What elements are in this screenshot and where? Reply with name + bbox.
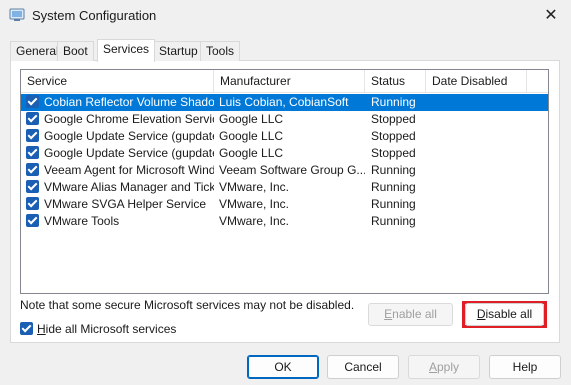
service-name: Cobian Reflector Volume Shado... — [44, 95, 214, 109]
disable-all-label: isable all — [485, 307, 533, 321]
service-status: Stopped — [371, 112, 416, 126]
title-bar: System Configuration ✕ — [0, 0, 571, 32]
table-row[interactable]: VMware Tools VMware, Inc. Running — [21, 213, 548, 230]
service-checkbox[interactable] — [26, 197, 39, 210]
service-checkbox[interactable] — [26, 112, 39, 125]
service-date-disabled — [431, 111, 531, 128]
service-checkbox[interactable] — [26, 163, 39, 176]
help-button[interactable]: Help — [489, 355, 561, 379]
service-name: VMware Tools — [44, 214, 120, 228]
services-list[interactable]: Service Manufacturer Status Date Disable… — [20, 69, 549, 294]
service-name: Google Chrome Elevation Servic... — [44, 112, 214, 126]
system-configuration-icon — [9, 8, 25, 21]
service-date-disabled — [431, 179, 531, 196]
apply-label: pply — [437, 360, 460, 374]
service-date-disabled — [431, 94, 531, 111]
hide-accesskey: H — [37, 322, 46, 336]
service-status: Running — [371, 180, 416, 194]
tab-services[interactable]: Services — [97, 39, 156, 62]
column-label: Status — [371, 74, 406, 88]
apply-button[interactable]: Apply — [408, 355, 480, 379]
service-name: Google Update Service (gupdatem) — [44, 146, 214, 160]
ok-label: OK — [274, 360, 292, 374]
list-header: Service Manufacturer Status Date Disable… — [21, 70, 548, 93]
window-title: System Configuration — [32, 8, 157, 23]
tab-label: Boot — [63, 44, 88, 58]
service-status: Stopped — [371, 146, 416, 160]
table-row[interactable]: Google Chrome Elevation Servic... Google… — [21, 111, 548, 128]
service-name: VMware SVGA Helper Service — [44, 197, 207, 211]
service-checkbox[interactable] — [26, 180, 39, 193]
close-icon: ✕ — [544, 7, 558, 24]
service-status: Running — [371, 214, 416, 228]
tab-boot[interactable]: Boot — [57, 41, 94, 61]
enable-all-label: nable all — [392, 307, 437, 321]
service-date-disabled — [431, 196, 531, 213]
service-manufacturer: Google LLC — [219, 112, 284, 126]
hide-label-text: ide all Microsoft services — [45, 322, 177, 336]
hide-microsoft-services-label[interactable]: Hide all Microsoft services — [37, 322, 176, 336]
service-manufacturer: Google LLC — [219, 129, 284, 143]
help-label: Help — [512, 360, 538, 374]
table-row[interactable]: VMware Alias Manager and Ticke... VMware… — [21, 179, 548, 196]
column-label: Service — [27, 74, 68, 88]
hide-microsoft-services-checkbox[interactable] — [20, 322, 33, 335]
service-manufacturer: VMware, Inc. — [219, 197, 290, 211]
tab-label: Tools — [206, 44, 235, 58]
service-manufacturer: Luis Cobian, CobianSoft — [219, 95, 349, 109]
column-label: Manufacturer — [220, 74, 291, 88]
service-manufacturer: Veeam Software Group G... — [219, 163, 365, 177]
service-manufacturer: VMware, Inc. — [219, 214, 290, 228]
service-status: Stopped — [371, 129, 416, 143]
ok-button[interactable]: OK — [247, 355, 319, 379]
service-status: Running — [371, 163, 416, 177]
column-header-date-disabled[interactable]: Date Disabled — [426, 70, 527, 93]
service-checkbox[interactable] — [26, 95, 39, 108]
service-status: Running — [371, 197, 416, 211]
disable-all-button[interactable]: Disable all — [465, 303, 544, 326]
service-date-disabled — [431, 162, 531, 179]
tab-tools[interactable]: Tools — [200, 41, 241, 61]
service-name: VMware Alias Manager and Ticke... — [44, 180, 214, 194]
service-manufacturer: Google LLC — [219, 146, 284, 160]
column-label: Date Disabled — [432, 74, 508, 88]
table-row[interactable]: Cobian Reflector Volume Shado... Luis Co… — [21, 94, 548, 111]
service-status: Running — [371, 95, 416, 109]
table-row[interactable]: VMware SVGA Helper Service VMware, Inc. … — [21, 196, 548, 213]
enable-all-accesskey: E — [384, 307, 393, 321]
service-checkbox[interactable] — [26, 146, 39, 159]
tab-label: Startup — [159, 44, 198, 58]
service-checkbox[interactable] — [26, 129, 39, 142]
service-name: Veeam Agent for Microsoft Wind... — [44, 163, 214, 177]
service-manufacturer: VMware, Inc. — [219, 180, 290, 194]
cancel-label: Cancel — [344, 360, 382, 374]
column-header-service[interactable]: Service — [21, 70, 214, 93]
cancel-button[interactable]: Cancel — [327, 355, 399, 379]
enable-all-button[interactable]: Enable all — [368, 303, 453, 326]
tab-label: Services — [103, 42, 150, 56]
service-date-disabled — [431, 213, 531, 230]
service-checkbox[interactable] — [26, 214, 39, 227]
secure-services-note: Note that some secure Microsoft services… — [20, 298, 355, 312]
table-row[interactable]: Google Update Service (gupdate) Google L… — [21, 128, 548, 145]
service-date-disabled — [431, 128, 531, 145]
tab-label: General — [16, 44, 59, 58]
table-row[interactable]: Veeam Agent for Microsoft Wind... Veeam … — [21, 162, 548, 179]
close-button[interactable]: ✕ — [531, 0, 571, 30]
apply-accesskey: A — [428, 360, 437, 374]
table-row[interactable]: Google Update Service (gupdatem) Google … — [21, 145, 548, 162]
tab-startup[interactable]: Startup — [153, 41, 204, 61]
service-date-disabled — [431, 145, 531, 162]
column-header-status[interactable]: Status — [365, 70, 426, 93]
service-name: Google Update Service (gupdate) — [44, 129, 214, 143]
column-header-manufacturer[interactable]: Manufacturer — [214, 70, 365, 93]
